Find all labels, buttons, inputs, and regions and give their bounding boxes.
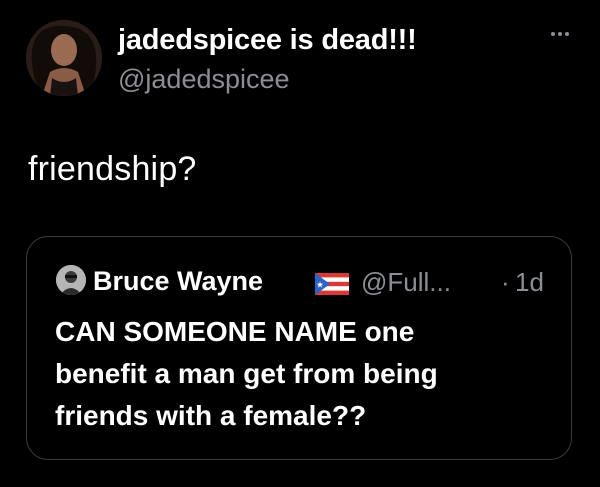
more-options-button[interactable] [540, 24, 580, 44]
ellipsis-icon [558, 32, 562, 36]
quoted-text-line: CAN SOMEONE NAME one [55, 316, 415, 347]
quoted-author-handle[interactable]: @Full... [361, 267, 451, 298]
separator-dot: · [501, 267, 510, 297]
quoted-text-line: friends with a female?? [55, 400, 367, 431]
author-handle[interactable]: @jadedspicee [118, 64, 290, 95]
tweet-text: friendship? [28, 150, 197, 188]
quoted-text-line: benefit a man get from being [55, 358, 438, 389]
profile-photo-icon [26, 20, 102, 96]
puerto-rico-flag-icon [315, 273, 349, 295]
quoted-author-avatar[interactable] [56, 265, 86, 295]
quoted-tweet-text: CAN SOMEONE NAME one benefit a man get f… [55, 311, 555, 437]
quoted-timestamp[interactable]: 1d [515, 267, 544, 298]
author-avatar[interactable] [26, 20, 102, 96]
tweet: jadedspicee is dead!!! @jadedspicee frie… [0, 0, 600, 487]
ellipsis-icon [551, 32, 555, 36]
quoted-author-display-name[interactable]: Bruce Wayne [93, 266, 263, 297]
author-display-name[interactable]: jadedspicee is dead!!! [118, 24, 417, 57]
quoted-tweet[interactable]: Bruce Wayne @Full... · 1d CAN SOMEONE NA… [26, 236, 572, 460]
ellipsis-icon [565, 32, 569, 36]
profile-photo-icon [56, 265, 86, 295]
